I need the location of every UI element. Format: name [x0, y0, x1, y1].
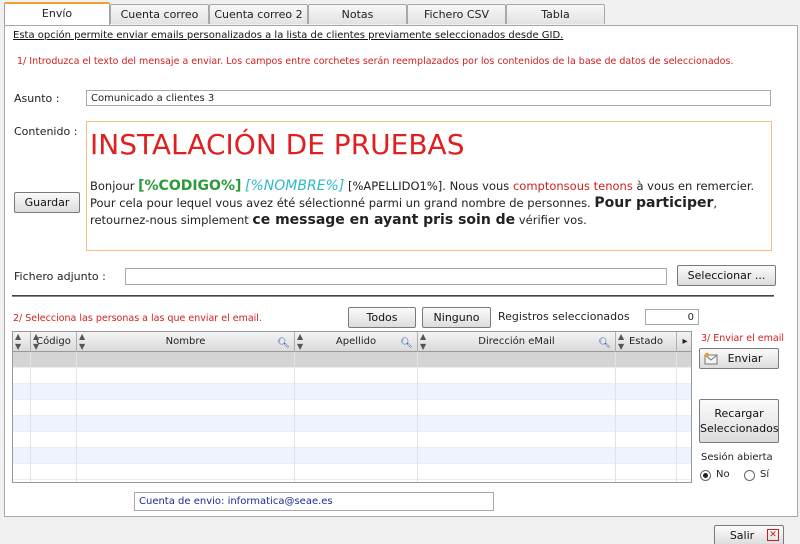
- guardar-button[interactable]: Guardar: [14, 192, 80, 213]
- step1-instructions: 1/ Introduzca el texto del mensaje a env…: [17, 56, 734, 67]
- column-separator: [676, 352, 677, 482]
- column-separator: [30, 352, 31, 482]
- asunto-input[interactable]: Comunicado a clientes 3: [86, 90, 771, 106]
- sort-icon: ▲ ▼: [420, 332, 427, 351]
- tab-tabla-seleccionados[interactable]: Tabla Seleccionados: [506, 4, 605, 40]
- intro-text: Esta opción permite enviar emails person…: [13, 30, 564, 41]
- sesion-no-radio[interactable]: [700, 470, 711, 481]
- column-separator: [76, 352, 77, 482]
- codigo-field-tag: [%CODIGO%]: [138, 178, 242, 194]
- seleccionar-button[interactable]: Seleccionar ...: [677, 265, 776, 286]
- nombre-field-tag: [%NOMBRE%]: [245, 178, 345, 194]
- sort-icon: ▲ ▼: [297, 332, 304, 351]
- registros-label: Registros seleccionados: [498, 310, 630, 323]
- fichero-adjunto-input[interactable]: [125, 268, 667, 285]
- step2-instructions: 2/ Selecciona las personas a las que env…: [13, 313, 262, 324]
- tab-bar: Envío Cuenta correo Cuenta correo 2 Nota…: [4, 2, 800, 40]
- search-icon[interactable]: 🔍︎: [598, 334, 611, 354]
- table-row[interactable]: [13, 352, 691, 368]
- column-header-email[interactable]: ▲ ▼ Dirección eMail 🔍︎: [418, 332, 616, 352]
- section-divider: [12, 295, 774, 297]
- search-icon[interactable]: 🔍︎: [400, 334, 413, 354]
- tab-cuenta-correo-2[interactable]: Cuenta correo 2: [209, 4, 308, 24]
- step3-instructions: 3/ Enviar el email: [701, 333, 784, 344]
- sesion-abierta-label: Sesión abierta: [701, 452, 773, 463]
- column-header-nombre[interactable]: ▲ ▼ Nombre 🔍︎: [77, 332, 295, 352]
- tab-fichero-csv[interactable]: Fichero CSV: [407, 4, 506, 24]
- cuenta-envio-display: Cuenta de envio: informatica@seae.es: [134, 492, 494, 511]
- enviar-button[interactable]: Enviar: [699, 348, 779, 369]
- sort-icon: ▲ ▼: [33, 332, 40, 351]
- table-row[interactable]: [13, 432, 691, 448]
- scroll-right-icon[interactable]: ▸: [677, 332, 691, 352]
- sort-icon: ▲ ▼: [79, 332, 86, 351]
- sort-icon: ▲ ▼: [618, 332, 625, 351]
- column-separator: [294, 352, 295, 482]
- column-header-codigo[interactable]: ▲ ▼ Código: [31, 332, 77, 352]
- send-mail-icon: [704, 352, 718, 365]
- column-header-estado[interactable]: ▲ ▼ Estado: [616, 332, 677, 352]
- editor-title: INSTALACIÓN DE PRUEBAS: [90, 128, 465, 161]
- contenido-label: Contenido :: [14, 125, 78, 138]
- table-row[interactable]: [13, 368, 691, 384]
- table-row[interactable]: [13, 400, 691, 416]
- recargar-seleccionados-button[interactable]: Recargar Seleccionados: [699, 399, 779, 443]
- ninguno-button[interactable]: Ninguno: [422, 307, 491, 328]
- close-icon: ✕: [767, 529, 779, 541]
- table-row[interactable]: [13, 464, 691, 480]
- sort-icon: ▲ ▼: [15, 332, 22, 351]
- content-editor[interactable]: INSTALACIÓN DE PRUEBAS Bonjour [%CODIGO%…: [86, 121, 772, 251]
- registros-count: 0: [645, 309, 699, 325]
- column-separator: [615, 352, 616, 482]
- table-row[interactable]: [13, 384, 691, 400]
- clientes-grid[interactable]: ▲ ▼ ▲ ▼ Código ▲ ▼ Nombre 🔍︎ ▲ ▼ Apellido 🔍︎ ▲ ▼ Di…: [12, 331, 692, 483]
- fichero-adjunto-label: Fichero adjunto :: [14, 270, 106, 283]
- grid-header: ▲ ▼ ▲ ▼ Código ▲ ▼ Nombre 🔍︎ ▲ ▼ Apellido 🔍︎ ▲ ▼ Di…: [13, 332, 691, 352]
- salir-button[interactable]: Salir ✕: [714, 525, 784, 544]
- sesion-si-label: Sí: [760, 469, 770, 480]
- column-header-apellido[interactable]: ▲ ▼ Apellido 🔍︎: [295, 332, 418, 352]
- table-row[interactable]: [13, 416, 691, 432]
- tab-envio[interactable]: Envío: [4, 2, 110, 26]
- editor-body: Bonjour [%CODIGO%] [%NOMBRE%] [%APELLIDO…: [90, 178, 755, 228]
- asunto-label: Asunto :: [14, 92, 60, 105]
- tab-cuenta-correo[interactable]: Cuenta correo: [110, 4, 209, 24]
- table-row[interactable]: [13, 448, 691, 464]
- grid-body: [13, 352, 691, 482]
- search-icon[interactable]: 🔍︎: [277, 334, 290, 354]
- tab-notas[interactable]: Notas: [308, 4, 407, 24]
- column-header-select[interactable]: ▲ ▼: [13, 332, 31, 352]
- sesion-si-radio[interactable]: [744, 470, 755, 481]
- sesion-no-label: No: [716, 469, 730, 480]
- todos-button[interactable]: Todos: [348, 307, 416, 328]
- column-separator: [417, 352, 418, 482]
